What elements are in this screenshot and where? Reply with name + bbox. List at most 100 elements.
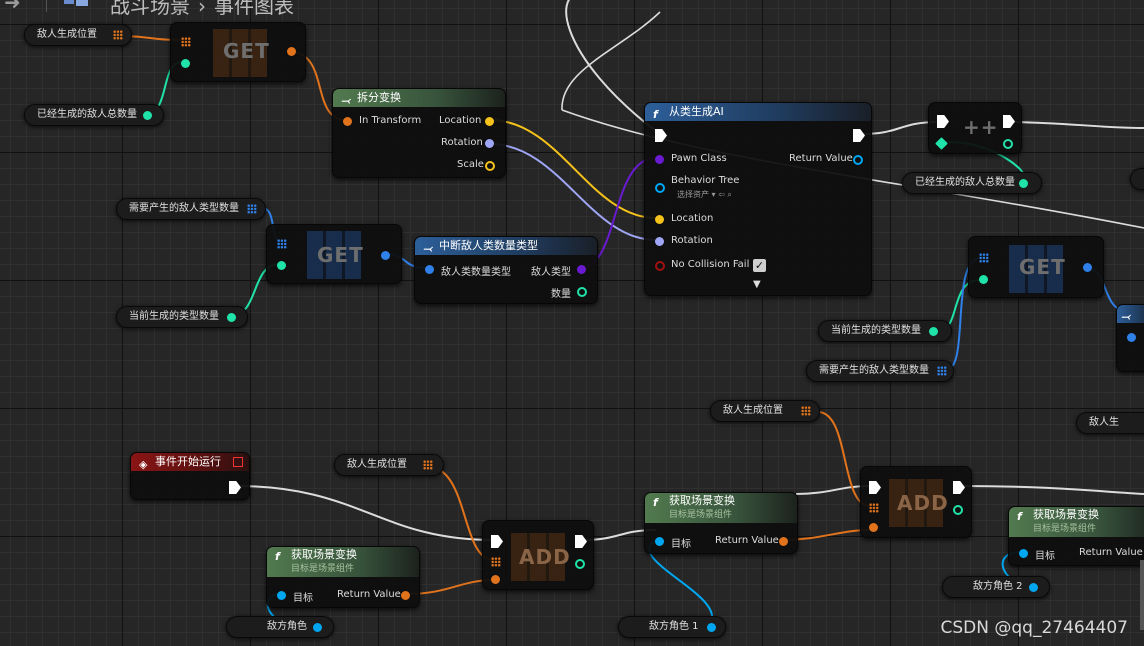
exec-in-pin[interactable] [937,115,949,128]
return-value-pin[interactable] [779,537,788,546]
begin-play-node[interactable]: ◈ 事件开始运行 [130,452,250,500]
array-grid-icon[interactable] [113,30,123,40]
get-out-pin[interactable] [287,47,296,56]
var-need-types-count[interactable]: 需要产生的敌人类型数量 [116,198,266,220]
array-in-pin[interactable] [979,253,989,263]
spawn-ai-node[interactable]: f 从类生成AI Pawn Class Return Value Behavio… [644,102,872,296]
target-in-pin[interactable] [277,591,286,600]
location-out-pin[interactable] [485,117,494,126]
array-grid-icon[interactable] [423,460,433,470]
var-label: 敌方角色 2 [973,581,1023,592]
var-partial-right[interactable] [1130,168,1144,190]
object-out-pin[interactable] [707,623,716,632]
var-need-types-count-2[interactable]: 需要产生的敌人类型数量 [806,360,954,382]
transform-in-pin[interactable] [343,117,352,126]
index-in-pin[interactable] [979,275,988,284]
exec-in-pin[interactable] [869,481,881,494]
var-enemy-char-1[interactable]: 敌方角色 1 [618,616,726,638]
var-spawned-total[interactable]: 已经生成的敌人总数量 [24,104,164,126]
exec-out-pin[interactable] [853,129,865,142]
int-out-pin[interactable] [1019,179,1028,188]
target-in-pin[interactable] [655,537,664,546]
return-value-pin[interactable] [853,155,863,165]
index-out-pin[interactable] [953,505,963,515]
partial-break-node[interactable]: ⤙ [1116,304,1144,372]
exec-out-pin[interactable] [1003,115,1015,128]
breadcrumb-item-scene[interactable]: 战斗场景 [110,0,190,18]
breadcrumb-item-graph[interactable]: 事件图表 [214,0,294,18]
add-node-2[interactable]: ADD [860,466,972,538]
behavior-tree-pin[interactable] [655,183,665,193]
expand-arrow-icon[interactable]: ▼ [753,279,761,290]
int-out-pin[interactable] [143,111,152,120]
get-world-transform-node-1[interactable]: f 获取场景变换 目标是场景组件 目标 Return Value [266,546,420,608]
break-struct-node[interactable]: ⤙ 中断敌人类数量类型 敌人类数量类型 敌人类型 数量 [414,236,598,304]
get-out-pin[interactable] [1083,263,1092,272]
var-current-type-count[interactable]: 当前生成的类型数量 [116,306,248,328]
location-in-pin[interactable] [655,215,664,224]
add-node-1[interactable]: ADD [482,520,594,590]
rotation-in-pin[interactable] [655,237,664,246]
back-arrow-icon[interactable]: ➜ [4,0,21,14]
index-in-pin[interactable] [181,59,190,68]
rotation-out-pin[interactable] [485,139,494,148]
object-out-pin[interactable] [313,623,322,632]
exec-out-pin[interactable] [953,481,965,494]
var-label: 当前生成的类型数量 [129,311,219,322]
int-out-pin[interactable] [1003,139,1013,149]
item-in-pin[interactable] [491,575,500,584]
int-out-pin[interactable] [227,313,236,322]
breadcrumb-divider [46,0,47,12]
exec-out-pin[interactable] [575,535,587,548]
var-spawn-pos[interactable]: 敌人生成位置 [24,24,132,46]
node-subtitle: 目标是场景组件 [1033,524,1097,534]
exec-out-pin[interactable] [229,481,241,494]
get-world-transform-node-3[interactable]: f 获取场景变换 目标是场景组件 目标 Return Value [1008,506,1144,566]
pawn-class-pin[interactable] [655,155,664,164]
var-spawn-pos-3[interactable]: 敌人生成位置 [334,454,444,476]
array-in-pin[interactable] [277,239,287,249]
get-node-2[interactable]: GET [266,224,402,284]
index-in-pin[interactable] [277,261,286,270]
exec-in-pin[interactable] [655,129,667,142]
array-grid-icon[interactable] [247,204,257,214]
get-label: GET [1019,255,1066,279]
var-current-type-count-2[interactable]: 当前生成的类型数量 [818,320,952,342]
var-spawn-pos-2[interactable]: 敌人生成位置 [710,400,820,422]
return-value-pin[interactable] [401,591,410,600]
scale-out-pin[interactable] [485,161,495,171]
var-enemy-gen-cut[interactable]: 敌人生 [1076,412,1144,434]
get-node-1[interactable]: GET [170,22,306,82]
target-in-pin[interactable] [1019,549,1028,558]
delegate-pin-icon[interactable] [233,457,243,467]
array-grid-icon[interactable] [937,366,947,376]
count-out-pin[interactable] [577,287,587,297]
int-out-pin[interactable] [929,327,938,336]
index-out-pin[interactable] [575,559,585,569]
exec-wire [561,11,661,111]
array-grid-icon[interactable] [801,406,811,416]
struct-in-pin[interactable] [1127,333,1136,342]
int-in-pin[interactable] [935,137,948,150]
get-node-3[interactable]: GET [968,236,1104,298]
increment-node[interactable]: ++ [928,102,1022,154]
get-world-transform-node-2[interactable]: f 获取场景变换 目标是场景组件 目标 Return Value [644,492,798,554]
select-asset-dropdown[interactable]: 选择资产 ▾ ⇦ ⌕ [677,189,732,200]
array-in-pin[interactable] [869,503,879,513]
array-in-pin[interactable] [491,557,501,567]
no-collision-pin[interactable] [655,261,665,271]
var-spawned-total-2[interactable]: 已经生成的敌人总数量 [902,172,1042,194]
vertical-scrollbar[interactable] [1140,560,1144,630]
array-in-pin[interactable] [181,37,191,47]
var-label: 需要产生的敌人类型数量 [819,365,929,376]
item-in-pin[interactable] [869,523,878,532]
get-out-pin[interactable] [381,251,390,260]
var-enemy-char-2[interactable]: 敌方角色 2 [942,576,1050,598]
object-out-pin[interactable] [1029,583,1038,592]
struct-in-pin[interactable] [425,265,434,274]
no-collision-checkbox[interactable]: ✓ [753,259,766,272]
class-out-pin[interactable] [577,265,586,274]
var-enemy-char[interactable]: 敌方角色 [226,616,334,638]
break-transform-node[interactable]: ⤙ 拆分变换 In Transform Location Rotation Sc… [332,88,506,178]
exec-in-pin[interactable] [491,535,503,548]
